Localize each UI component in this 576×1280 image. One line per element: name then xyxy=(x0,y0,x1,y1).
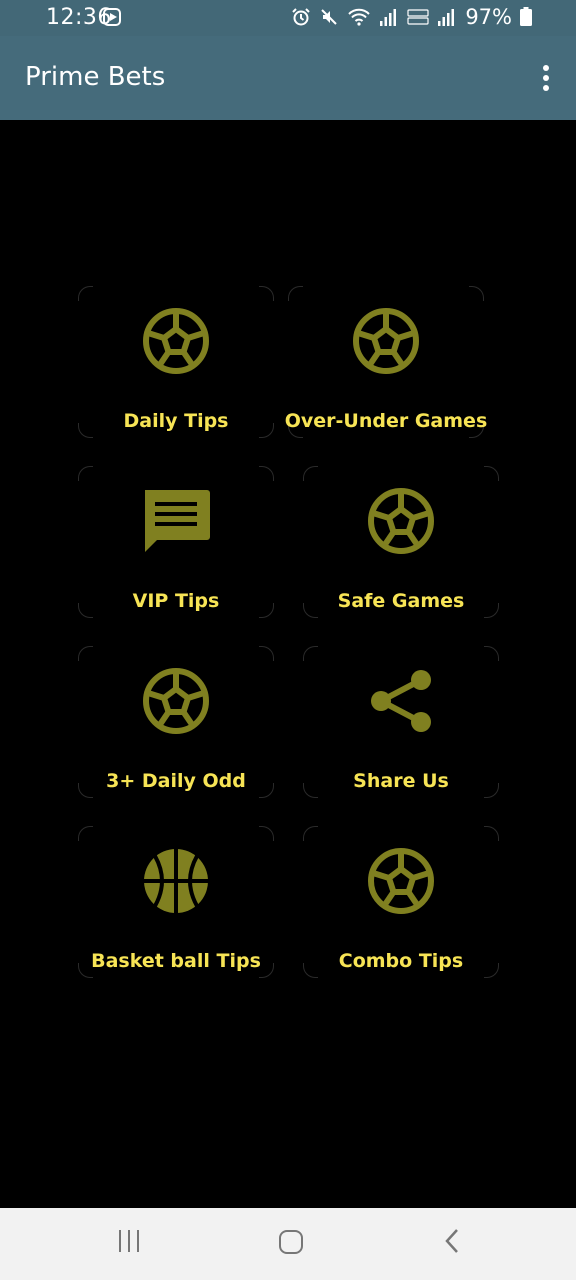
volte-icon xyxy=(407,9,429,25)
home-icon[interactable] xyxy=(279,1230,303,1254)
tile-vip-tips[interactable]: VIP Tips xyxy=(78,466,274,618)
tile-label: VIP Tips xyxy=(132,590,220,612)
tile-safe-games[interactable]: Safe Games xyxy=(303,466,499,618)
play-store-notification-icon xyxy=(103,8,121,26)
soccer-ball-icon xyxy=(141,306,211,376)
tile-label: 3+ Daily Odd xyxy=(106,770,246,792)
app-title: Prime Bets xyxy=(25,62,166,92)
battery-percentage: 97% xyxy=(465,5,512,29)
system-navigation-bar xyxy=(0,1208,576,1280)
tile-label: Over-Under Games xyxy=(284,410,488,432)
tile-basketball-tips[interactable]: Basket ball Tips xyxy=(78,826,274,978)
message-icon xyxy=(141,486,211,556)
tile-label: Share Us xyxy=(353,770,449,792)
soccer-ball-icon xyxy=(366,486,436,556)
tile-label: Combo Tips xyxy=(338,950,464,972)
mute-icon xyxy=(321,9,338,25)
more-options-icon[interactable] xyxy=(540,65,552,91)
signal-icon-2 xyxy=(438,9,455,26)
soccer-ball-icon xyxy=(351,306,421,376)
tile-label: Daily Tips xyxy=(123,410,229,432)
tile-over-under-games[interactable]: Over-Under Games xyxy=(285,286,487,438)
app-bar: Prime Bets xyxy=(0,36,576,120)
soccer-ball-icon xyxy=(366,846,436,916)
basketball-icon xyxy=(141,846,211,916)
battery-icon xyxy=(520,7,532,26)
tile-label: Basket ball Tips xyxy=(91,950,261,972)
tile-3-daily-odd[interactable]: 3+ Daily Odd xyxy=(78,646,274,798)
tile-daily-tips[interactable]: Daily Tips xyxy=(78,286,274,438)
signal-icon xyxy=(380,9,397,26)
alarm-icon xyxy=(292,8,311,26)
soccer-ball-icon xyxy=(141,666,211,736)
tile-share-us[interactable]: Share Us xyxy=(303,646,499,798)
share-icon xyxy=(366,666,436,736)
status-icons: 97% xyxy=(291,5,532,29)
tile-label: Safe Games xyxy=(337,590,465,612)
tile-combo-tips[interactable]: Combo Tips xyxy=(303,826,499,978)
status-bar: 12:36 97% xyxy=(0,0,576,36)
wifi-icon xyxy=(348,8,371,26)
back-icon[interactable] xyxy=(444,1228,460,1254)
recent-apps-icon[interactable] xyxy=(119,1230,141,1252)
